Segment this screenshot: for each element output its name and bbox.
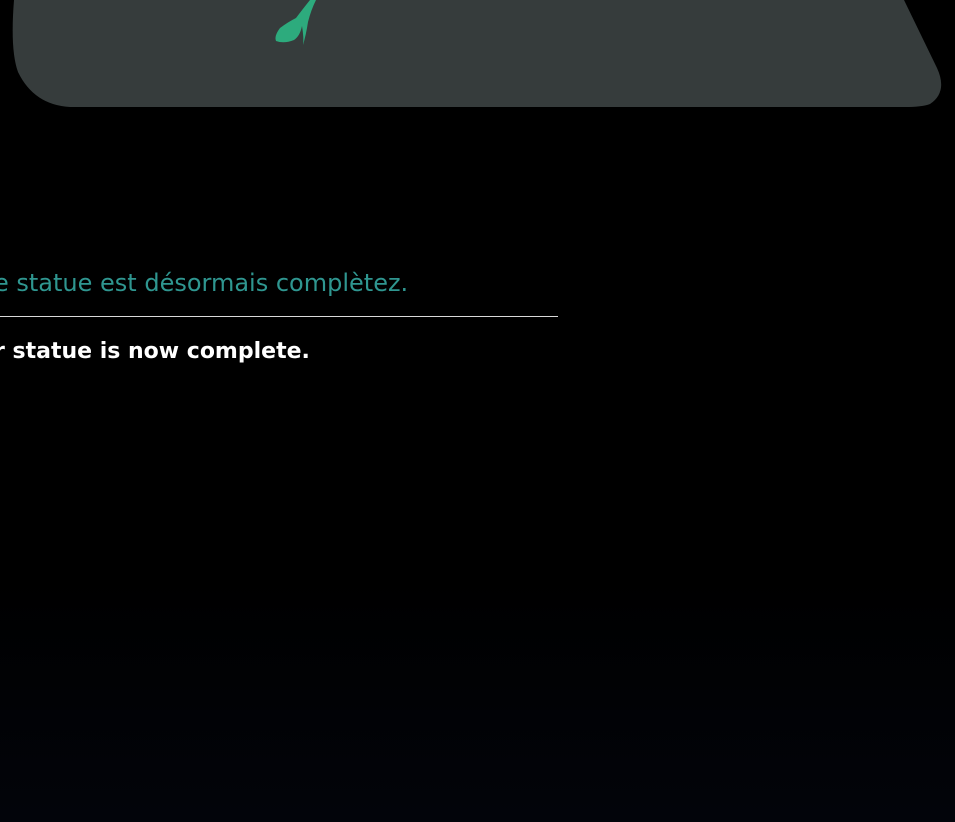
result-banner-shape (12, 0, 942, 107)
screen: e statue est désormais complètez. r stat… (0, 0, 955, 822)
french-sentence: e statue est désormais complètez. (0, 269, 409, 297)
divider (0, 316, 558, 317)
english-translation: r statue is now complete. (0, 339, 310, 364)
result-banner (0, 0, 955, 110)
